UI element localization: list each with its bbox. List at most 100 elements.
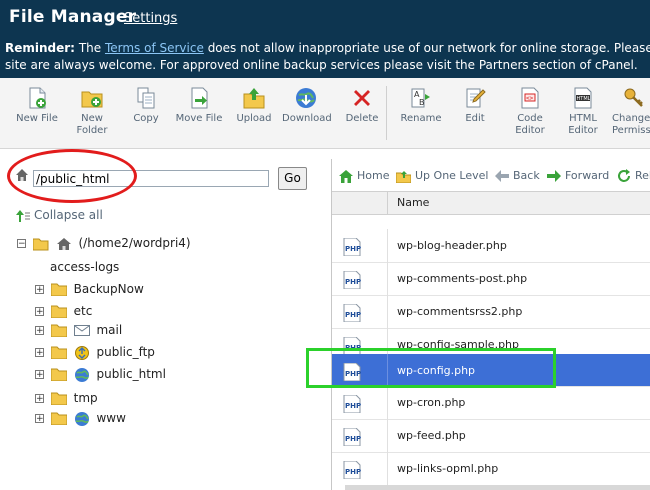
rename-icon: A B (411, 88, 430, 108)
php-file-icon: PHP (343, 461, 361, 479)
expand-toggle-icon[interactable]: + (35, 370, 44, 380)
php-file-icon: PHP (343, 395, 361, 413)
php-file-icon: PHP (343, 304, 361, 322)
column-divider (387, 295, 388, 328)
globe-icon (74, 411, 89, 426)
folder-icon (50, 392, 67, 405)
expand-toggle-icon[interactable]: + (35, 394, 44, 404)
terms-of-service-link[interactable]: Terms of Service (105, 41, 204, 55)
change-permissions-button[interactable]: Change Permissions (612, 86, 650, 137)
home-icon (16, 169, 28, 181)
svg-text:PHP: PHP (345, 278, 361, 286)
reload-button[interactable]: Reload (617, 169, 650, 183)
tree-item-www[interactable]: + www (35, 409, 126, 427)
tree-item-access-logs[interactable]: access-logs (50, 258, 119, 276)
change-permissions-label: Change Permissions (612, 113, 650, 136)
file-name: wp-feed.php (397, 429, 466, 442)
table-row-selected[interactable]: PHP wp-config.php (332, 354, 650, 387)
reminder-line1-rest: does not allow inappropriate use of our … (207, 41, 650, 55)
code-editor-button[interactable]: <> Code Editor (510, 86, 550, 137)
folder-icon (50, 412, 67, 425)
html-editor-button[interactable]: HTML HTML Editor (563, 86, 603, 137)
column-divider (387, 354, 388, 387)
download-button[interactable]: Download (282, 86, 332, 125)
tree-root-label: (/home2/wordpri4) (78, 236, 191, 250)
table-row[interactable]: PHP wp-links-opml.php (332, 452, 650, 485)
table-row[interactable]: PHP wp-blog-header.php (332, 229, 650, 263)
new-file-button[interactable]: New File (15, 86, 59, 125)
move-file-button[interactable]: Move File (174, 86, 224, 125)
rename-button[interactable]: A B Rename (398, 86, 444, 125)
tree-item-mail[interactable]: + mail (35, 321, 122, 339)
tree-item-etc[interactable]: + etc (35, 302, 92, 320)
tree-item-tmp[interactable]: + tmp (35, 389, 98, 407)
tree-item-public-ftp[interactable]: + public_ftp (35, 343, 155, 361)
new-folder-icon (81, 91, 103, 108)
copy-icon (137, 87, 155, 109)
up-folder-icon (396, 170, 411, 183)
svg-text:PHP: PHP (345, 344, 361, 352)
copy-label: Copy (133, 113, 159, 124)
horizontal-scrollbar[interactable] (345, 485, 650, 490)
settings-link[interactable]: Settings (124, 11, 177, 26)
edit-icon (466, 88, 486, 108)
back-label: Back (513, 169, 540, 182)
collapse-toggle-icon[interactable]: − (17, 239, 26, 249)
file-name: wp-config-sample.php (397, 338, 520, 351)
header-bar: File Manager Settings Reminder: The Term… (0, 0, 650, 78)
ftp-icon (74, 345, 89, 360)
delete-button[interactable]: Delete (344, 86, 380, 125)
icon-column-header[interactable] (332, 192, 388, 214)
table-row[interactable]: PHP wp-commentsrss2.php (332, 295, 650, 329)
expand-toggle-icon[interactable]: + (35, 414, 44, 424)
column-divider (387, 452, 388, 485)
column-divider (387, 229, 388, 262)
open-folder-icon (32, 238, 49, 250)
up-one-level-button[interactable]: Up One Level (396, 169, 488, 183)
download-icon (296, 88, 316, 108)
expand-toggle-icon[interactable]: + (35, 326, 44, 336)
php-file-icon: PHP (343, 363, 361, 381)
home-icon (339, 169, 353, 183)
go-button[interactable]: Go (278, 167, 307, 190)
new-folder-button[interactable]: New Folder (70, 86, 114, 137)
move-file-icon (191, 87, 208, 109)
name-column-header[interactable]: Name (397, 196, 429, 209)
folder-icon (50, 324, 67, 337)
upload-icon (243, 88, 265, 109)
svg-text:HTML: HTML (577, 96, 591, 102)
svg-text:PHP: PHP (345, 245, 361, 253)
tree-item-label: mail (96, 323, 123, 337)
reminder-notice: Reminder: The Terms of Service does not … (5, 40, 650, 74)
tree-item-backupnow[interactable]: + BackupNow (35, 280, 144, 298)
table-row[interactable]: PHP wp-cron.php (332, 386, 650, 420)
reload-label: Reload (635, 169, 650, 182)
path-input[interactable] (33, 170, 269, 187)
expand-toggle-icon[interactable]: + (35, 285, 44, 295)
move-file-label: Move File (175, 113, 223, 124)
tree-root[interactable]: − (/home2/wordpri4) (17, 234, 191, 252)
tree-item-public-html[interactable]: + public_html (35, 365, 166, 383)
home-nav-button[interactable]: Home (339, 169, 389, 183)
forward-arrow-icon (547, 170, 561, 182)
expand-toggle-icon[interactable]: + (35, 348, 44, 358)
envelope-icon (73, 325, 90, 336)
upload-button[interactable]: Upload (235, 86, 273, 125)
forward-button[interactable]: Forward (547, 169, 609, 182)
collapse-all-link[interactable]: Collapse all (16, 208, 103, 222)
table-row[interactable]: PHP wp-feed.php (332, 419, 650, 453)
folder-icon (50, 283, 67, 296)
reminder-label: Reminder: (5, 41, 75, 55)
edit-button[interactable]: Edit (460, 86, 490, 125)
expand-toggle-icon[interactable]: + (35, 307, 44, 317)
globe-icon (74, 367, 89, 382)
svg-text:<>: <> (526, 95, 534, 102)
reload-icon (618, 169, 630, 182)
copy-button[interactable]: Copy (128, 86, 164, 125)
html-editor-label: HTML Editor (568, 113, 598, 136)
tree-item-label: public_html (96, 367, 166, 381)
table-row[interactable]: PHP wp-comments-post.php (332, 262, 650, 296)
back-button[interactable]: Back (495, 169, 540, 182)
svg-text:PHP: PHP (345, 402, 361, 410)
reminder-line2: site are always welcome. For approved on… (5, 58, 638, 72)
